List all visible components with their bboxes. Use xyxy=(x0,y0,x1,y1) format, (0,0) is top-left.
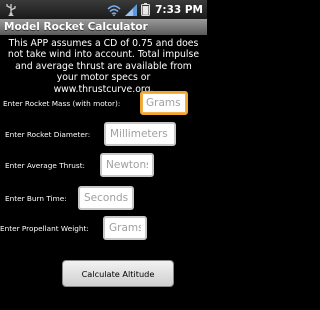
burn-time-input[interactable] xyxy=(78,186,134,210)
burn-time-label: Enter Burn Time: xyxy=(5,194,67,203)
signal-icon xyxy=(125,4,138,16)
intro-text: This APP assumes a CD of 0.75 and does n… xyxy=(7,38,200,95)
status-bar: 7:33 PM xyxy=(0,0,207,19)
propellant-weight-input[interactable] xyxy=(103,216,147,240)
propellant-weight-row: Enter Propellant Weight: xyxy=(0,216,207,242)
status-time: 7:33 PM xyxy=(155,3,203,16)
rocket-mass-label: Enter Rocket Mass (with motor): xyxy=(3,99,121,108)
average-thrust-row: Enter Average Thrust: xyxy=(0,153,207,179)
calculate-altitude-button[interactable]: Calculate Altitude xyxy=(62,260,174,287)
battery-icon xyxy=(141,3,151,16)
average-thrust-input[interactable] xyxy=(100,153,154,177)
rocket-mass-input[interactable] xyxy=(140,91,188,115)
rocket-diameter-input[interactable] xyxy=(104,122,176,146)
rocket-diameter-row: Enter Rocket Diameter: xyxy=(0,122,207,148)
burn-time-row: Enter Burn Time: xyxy=(0,186,207,212)
rocket-mass-row: Enter Rocket Mass (with motor): xyxy=(0,91,207,117)
wifi-icon xyxy=(107,4,121,16)
app-title: Model Rocket Calculator xyxy=(4,21,148,33)
rocket-diameter-label: Enter Rocket Diameter: xyxy=(5,130,91,139)
app-title-bar: Model Rocket Calculator xyxy=(0,19,207,35)
usb-icon xyxy=(6,4,16,16)
average-thrust-label: Enter Average Thrust: xyxy=(5,161,86,170)
propellant-weight-label: Enter Propellant Weight: xyxy=(0,224,89,233)
